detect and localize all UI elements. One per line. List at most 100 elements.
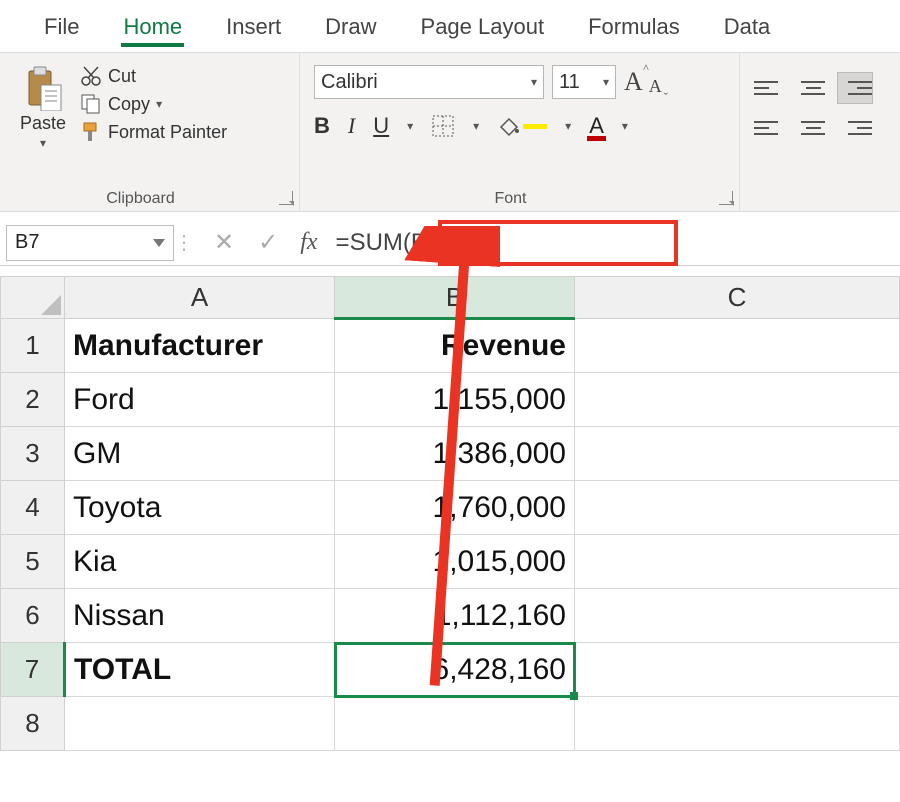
font-name-value: Calibri — [321, 71, 378, 94]
col-header-a[interactable]: A — [65, 277, 335, 319]
chevron-down-icon[interactable]: ▾ — [622, 119, 628, 133]
group-alignment — [740, 53, 900, 211]
ribbon: Paste ▾ Cut Copy ▾ Format Painter Clipbo… — [0, 52, 900, 212]
cell[interactable]: 1,015,000 — [335, 535, 575, 589]
font-size-select[interactable]: 11 ▾ — [552, 65, 616, 99]
cell[interactable]: Toyota — [65, 481, 335, 535]
copy-icon — [80, 93, 102, 115]
bold-button[interactable]: B — [314, 113, 330, 139]
cell[interactable]: 1,112,160 — [335, 589, 575, 643]
select-all-corner[interactable] — [1, 277, 65, 319]
dialog-launcher-icon[interactable] — [719, 191, 733, 205]
borders-button[interactable] — [431, 114, 455, 138]
cell[interactable]: 1,760,000 — [335, 481, 575, 535]
cell[interactable] — [575, 697, 900, 751]
group-label-clipboard: Clipboard — [0, 190, 281, 208]
chevron-down-icon: ▾ — [603, 75, 609, 89]
row-header[interactable]: 3 — [1, 427, 65, 481]
tab-home[interactable]: Home — [107, 4, 198, 52]
tab-draw[interactable]: Draw — [309, 4, 392, 52]
cell[interactable] — [575, 481, 900, 535]
decrease-font-button[interactable]: A — [649, 76, 662, 97]
tab-page-layout[interactable]: Page Layout — [405, 4, 561, 52]
cell-selected[interactable]: 6,428,160 — [335, 643, 575, 697]
enter-icon[interactable]: ✓ — [258, 228, 278, 257]
italic-button[interactable]: I — [348, 113, 355, 139]
cell[interactable] — [575, 427, 900, 481]
font-size-value: 11 — [559, 71, 580, 94]
font-color-button[interactable]: A — [589, 113, 604, 139]
cell[interactable]: 1,155,000 — [335, 373, 575, 427]
dialog-launcher-icon[interactable] — [279, 191, 293, 205]
cell[interactable] — [335, 697, 575, 751]
row-header[interactable]: 6 — [1, 589, 65, 643]
name-box[interactable]: B7 — [6, 225, 174, 261]
align-left-button[interactable] — [754, 113, 788, 143]
tab-formulas[interactable]: Formulas — [572, 4, 696, 52]
chevron-down-icon[interactable]: ▾ — [473, 119, 479, 133]
fill-color-button[interactable] — [497, 115, 547, 137]
row-header[interactable]: 7 — [1, 643, 65, 697]
cell[interactable] — [575, 535, 900, 589]
formula-input[interactable] — [328, 225, 900, 261]
clipboard-paste-icon — [23, 65, 63, 111]
chevron-down-icon[interactable]: ▾ — [565, 119, 571, 133]
tab-file[interactable]: File — [28, 4, 95, 52]
cell[interactable] — [575, 319, 900, 373]
grid[interactable]: A B C 1 Manufacturer Revenue 2 Ford 1,15… — [0, 276, 900, 751]
underline-button[interactable]: U — [373, 113, 389, 139]
paintbrush-icon — [80, 121, 102, 143]
row-header[interactable]: 1 — [1, 319, 65, 373]
chevron-down-icon[interactable]: ▾ — [407, 119, 413, 133]
copy-label: Copy — [108, 94, 150, 115]
group-font: Calibri ▾ 11 ▾ A A B I U ▾ ▾ ▾ A ▾ — [300, 53, 740, 211]
cell[interactable]: Revenue — [335, 319, 575, 373]
cell[interactable]: Nissan — [65, 589, 335, 643]
cell[interactable]: Ford — [65, 373, 335, 427]
align-middle-button[interactable] — [796, 73, 830, 103]
increase-font-button[interactable]: A — [624, 67, 643, 97]
row-header[interactable]: 4 — [1, 481, 65, 535]
tab-data[interactable]: Data — [708, 4, 786, 52]
align-right-button[interactable] — [838, 113, 872, 143]
scissors-icon — [80, 65, 102, 87]
cell[interactable] — [575, 643, 900, 697]
cell[interactable] — [575, 589, 900, 643]
format-painter-button[interactable]: Format Painter — [80, 121, 227, 143]
col-header-c[interactable]: C — [575, 277, 900, 319]
paste-button[interactable]: Paste ▾ — [14, 59, 72, 150]
cell[interactable]: GM — [65, 427, 335, 481]
cell[interactable]: TOTAL — [65, 643, 335, 697]
worksheet: A B C 1 Manufacturer Revenue 2 Ford 1,15… — [0, 276, 900, 751]
chevron-down-icon — [153, 239, 165, 247]
tab-insert[interactable]: Insert — [210, 4, 297, 52]
chevron-down-icon: ▾ — [40, 136, 46, 150]
row-header[interactable]: 5 — [1, 535, 65, 589]
drag-handle-icon[interactable]: ⋮ — [174, 230, 192, 255]
ribbon-tabs: File Home Insert Draw Page Layout Formul… — [0, 0, 900, 52]
fx-icon[interactable]: fx — [300, 229, 317, 256]
font-name-select[interactable]: Calibri ▾ — [314, 65, 544, 99]
chevron-down-icon: ▾ — [156, 97, 162, 111]
align-top-button[interactable] — [754, 73, 788, 103]
row-header[interactable]: 2 — [1, 373, 65, 427]
name-box-value: B7 — [15, 231, 39, 254]
chevron-down-icon: ▾ — [531, 75, 537, 89]
cell[interactable] — [65, 697, 335, 751]
group-clipboard: Paste ▾ Cut Copy ▾ Format Painter Clipbo… — [0, 53, 300, 211]
align-bottom-button[interactable] — [838, 73, 872, 103]
copy-button[interactable]: Copy ▾ — [80, 93, 227, 115]
cell[interactable]: Manufacturer — [65, 319, 335, 373]
cut-button[interactable]: Cut — [80, 65, 227, 87]
format-painter-label: Format Painter — [108, 122, 227, 143]
cell[interactable]: Kia — [65, 535, 335, 589]
paste-label: Paste — [20, 113, 66, 134]
cell[interactable]: 1,386,000 — [335, 427, 575, 481]
row-header[interactable]: 8 — [1, 697, 65, 751]
cell[interactable] — [575, 373, 900, 427]
cut-label: Cut — [108, 66, 136, 87]
align-center-button[interactable] — [796, 113, 830, 143]
cancel-icon[interactable]: ✕ — [214, 228, 234, 257]
formula-bar: B7 ⋮ ✕ ✓ fx — [0, 220, 900, 266]
col-header-b[interactable]: B — [335, 277, 575, 319]
